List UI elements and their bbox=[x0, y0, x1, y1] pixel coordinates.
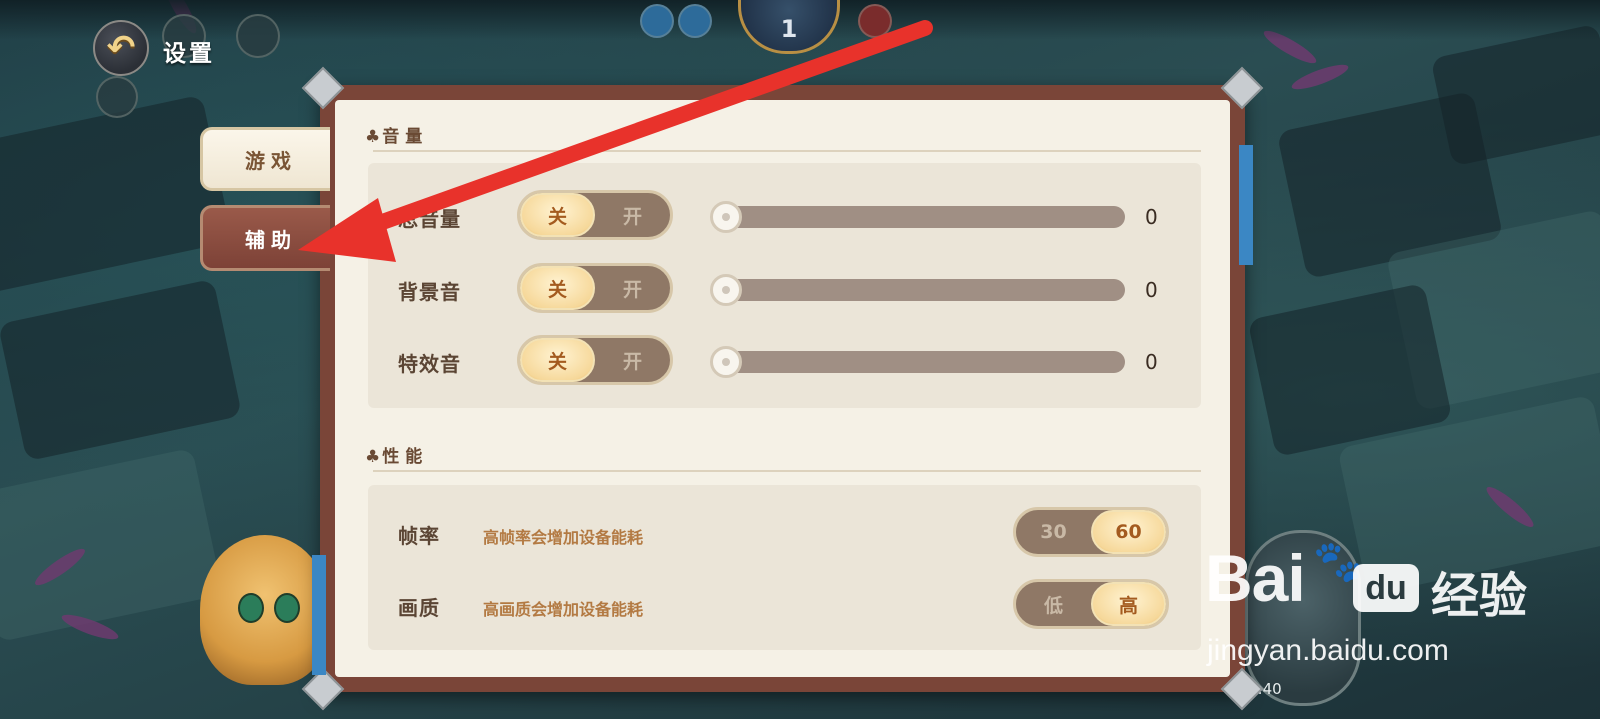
master-volume-toggle[interactable]: 关 开 bbox=[517, 190, 673, 240]
tab-assist[interactable]: 辅助 bbox=[200, 205, 330, 271]
watermark-brand: Bai bbox=[1205, 541, 1306, 615]
club-icon: ♣ bbox=[365, 127, 381, 147]
toggle-high-option[interactable]: 60 bbox=[1091, 510, 1166, 554]
row-label: 特效音 bbox=[398, 352, 461, 376]
toggle-off-option[interactable]: 关 bbox=[520, 193, 595, 237]
performance-section: 帧率 高帧率会增加设备能耗 30 60 画质 高画质会增加设备能耗 低 高 bbox=[368, 485, 1201, 650]
framerate-toggle[interactable]: 30 60 bbox=[1013, 507, 1169, 557]
volume-section-title: ♣ 音量 bbox=[365, 127, 429, 147]
page-title: 设置 bbox=[163, 41, 215, 67]
hud-icon bbox=[236, 14, 280, 58]
toggle-off-option[interactable]: 关 bbox=[520, 266, 595, 310]
slider-knob[interactable] bbox=[710, 346, 742, 378]
volume-value: 0 bbox=[1145, 205, 1158, 229]
round-number: 1 bbox=[780, 15, 798, 43]
divider bbox=[373, 150, 1201, 152]
slider-knob[interactable] bbox=[710, 274, 742, 306]
toggle-on-option[interactable]: 开 bbox=[595, 338, 670, 382]
watermark-url: jingyan.baidu.com bbox=[1207, 634, 1449, 667]
slider-knob[interactable] bbox=[710, 201, 742, 233]
toggle-off-option[interactable]: 关 bbox=[520, 338, 595, 382]
hud-icon bbox=[678, 4, 712, 38]
volume-value: 0 bbox=[1145, 350, 1158, 374]
volume-value: 0 bbox=[1145, 278, 1158, 302]
row-label: 总音量 bbox=[398, 207, 461, 231]
volume-section: 总音量 关 开 0 背景音 关 开 0 特效音 关 开 0 bbox=[368, 163, 1201, 408]
tab-game[interactable]: 游戏 bbox=[200, 127, 330, 191]
background-volume-toggle[interactable]: 关 开 bbox=[517, 263, 673, 313]
hud-icon bbox=[640, 4, 674, 38]
watermark-du: du bbox=[1353, 564, 1419, 612]
row-label: 帧率 bbox=[398, 524, 440, 548]
toggle-on-option[interactable]: 开 bbox=[595, 193, 670, 237]
effects-volume-toggle[interactable]: 关 开 bbox=[517, 335, 673, 385]
tab-game-label: 游戏 bbox=[245, 148, 297, 173]
club-icon: ♣ bbox=[365, 447, 381, 467]
row-label: 背景音 bbox=[398, 280, 461, 304]
settings-panel: ♣ 音量 总音量 关 开 0 背景音 关 开 0 特效音 关 开 0 ♣ 性能 … bbox=[335, 100, 1230, 677]
hint-text: 高帧率会增加设备能耗 bbox=[483, 528, 644, 547]
toggle-low-option[interactable]: 低 bbox=[1016, 582, 1091, 626]
speed-icon bbox=[96, 76, 138, 118]
divider bbox=[373, 470, 1201, 472]
toggle-high-option[interactable]: 高 bbox=[1091, 582, 1166, 626]
baidu-watermark: Bai 🐾 du 经验 jingyan.baidu.com bbox=[1205, 539, 1595, 680]
back-arrow-icon: ↶ bbox=[106, 28, 136, 68]
toggle-low-option[interactable]: 30 bbox=[1016, 510, 1091, 554]
performance-section-title: ♣ 性能 bbox=[365, 447, 429, 467]
hud-icon bbox=[858, 4, 892, 38]
watermark-jingyan: 经验 bbox=[1431, 568, 1528, 624]
background-volume-slider[interactable] bbox=[715, 279, 1125, 301]
row-label: 画质 bbox=[398, 596, 440, 620]
master-volume-slider[interactable] bbox=[715, 206, 1125, 228]
effects-volume-slider[interactable] bbox=[715, 351, 1125, 373]
toggle-on-option[interactable]: 开 bbox=[595, 266, 670, 310]
hint-text: 高画质会增加设备能耗 bbox=[483, 600, 644, 619]
quality-toggle[interactable]: 低 高 bbox=[1013, 579, 1169, 629]
tab-assist-label: 辅助 bbox=[245, 227, 297, 252]
back-button[interactable]: ↶ bbox=[93, 20, 149, 76]
character-portrait bbox=[200, 535, 330, 685]
